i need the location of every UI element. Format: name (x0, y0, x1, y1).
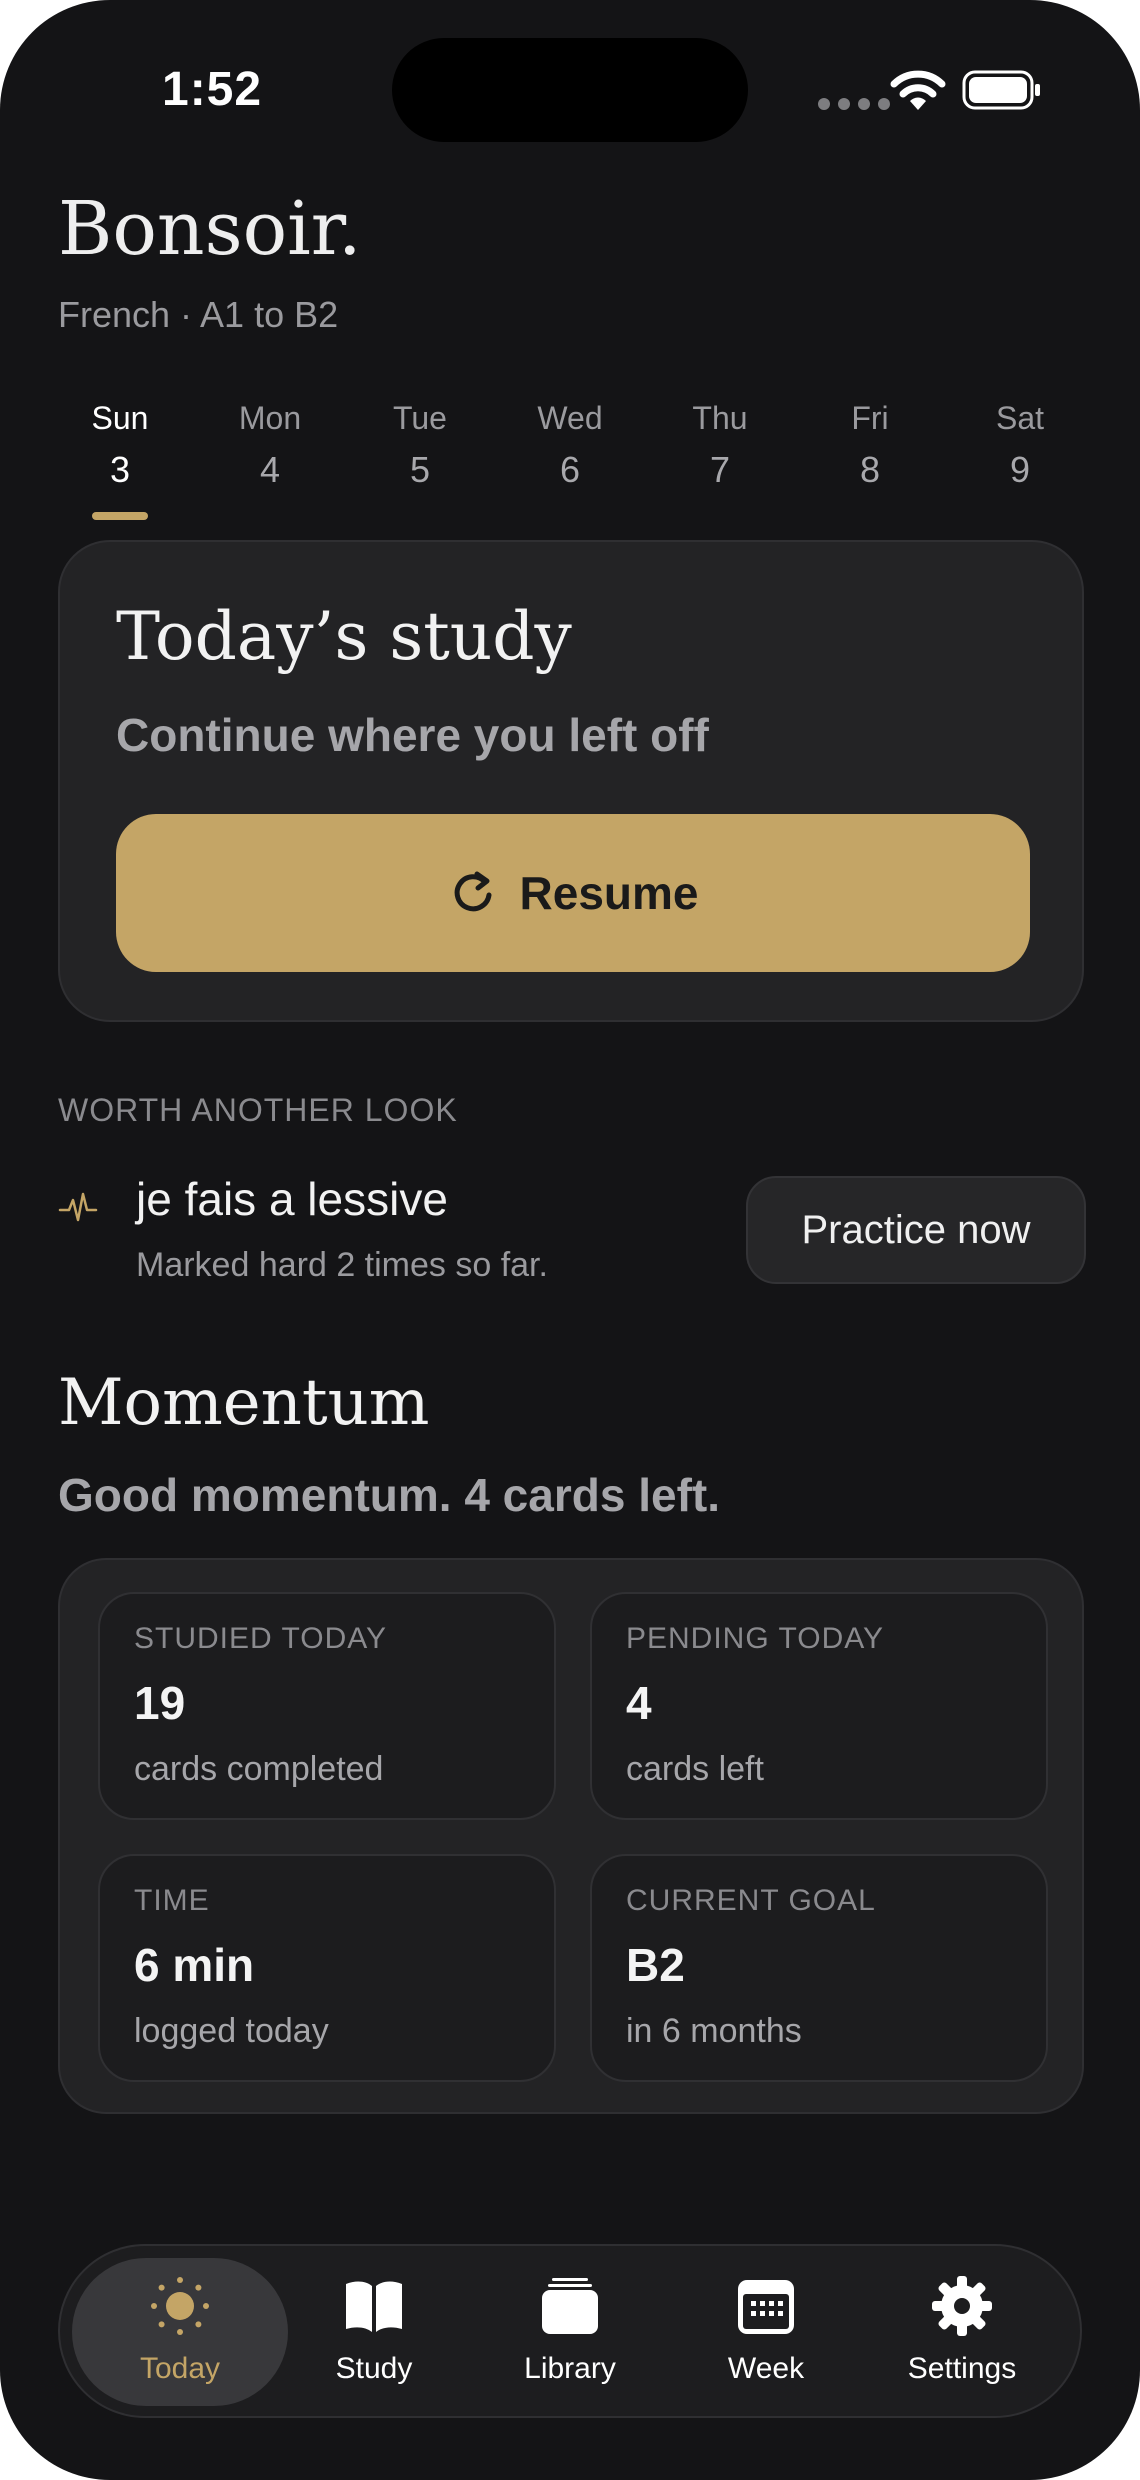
stat-tile-pending-today: PENDING TODAY 4 cards left (590, 1592, 1048, 1820)
day-name: Sun (91, 400, 149, 436)
tab-today[interactable]: Today (72, 2258, 288, 2406)
day-date: 4 (259, 449, 281, 490)
momentum-title: Momentum (58, 1366, 430, 1440)
resume-button-label: Resume (519, 867, 699, 919)
day-name: Tue (393, 400, 447, 436)
pulse-icon (58, 1192, 98, 1222)
course-subtitle: French · A1 to B2 (58, 294, 339, 335)
refresh-icon (454, 871, 492, 912)
tab-label: Study (335, 2352, 413, 2385)
battery-icon (962, 70, 1040, 110)
stat-value: B2 (626, 1939, 685, 1991)
cards-icon (542, 2278, 598, 2334)
tab-study[interactable]: Study (266, 2258, 482, 2406)
stat-label: STUDIED TODAY (134, 1622, 388, 1655)
dynamic-island (392, 38, 748, 142)
tab-library[interactable]: Library (462, 2258, 678, 2406)
day-date: 6 (559, 449, 581, 490)
stat-value: 6 min (134, 1939, 255, 1991)
book-icon (346, 2281, 402, 2332)
selected-day-indicator (92, 512, 148, 520)
day-wed[interactable]: Wed 6 (510, 400, 630, 491)
stat-tile-time: TIME 6 min logged today (98, 1854, 556, 2082)
day-name: Wed (537, 400, 603, 436)
day-name: Fri (851, 400, 889, 436)
stat-value: 4 (626, 1677, 652, 1729)
day-mon[interactable]: Mon 4 (210, 400, 330, 491)
todays-study-card: Today’s study Continue where you left of… (58, 540, 1084, 1022)
day-date: 3 (109, 449, 131, 490)
stat-label: TIME (134, 1884, 210, 1917)
day-date: 5 (409, 449, 431, 490)
week-strip: Sun 3 Mon 4 Tue 5 Wed 6 Thu 7 Fri 8 Sat … (60, 400, 1080, 530)
tab-label: Week (727, 2352, 805, 2385)
day-tue[interactable]: Tue 5 (360, 400, 480, 491)
day-date: 7 (709, 449, 731, 490)
stat-caption: logged today (134, 2012, 329, 2050)
day-name: Thu (692, 400, 748, 436)
momentum-panel: STUDIED TODAY 19 cards completed PENDING… (58, 1558, 1084, 2114)
day-fri[interactable]: Fri 8 (810, 400, 930, 491)
tab-settings[interactable]: Settings (854, 2258, 1070, 2406)
day-sun[interactable]: Sun 3 (60, 400, 180, 520)
stat-caption: cards completed (134, 1750, 384, 1788)
study-card-title: Today’s study (116, 598, 572, 675)
status-time: 1:52 (162, 63, 263, 116)
day-thu[interactable]: Thu 7 (660, 400, 780, 491)
resume-button[interactable]: Resume (116, 814, 1030, 972)
wifi-icon (890, 70, 946, 110)
tab-label: Settings (907, 2352, 1017, 2385)
app-screen: 1:52 Bonsoir. French · A1 to B2 Sun 3 Mo… (0, 0, 1140, 2480)
stat-caption: in 6 months (626, 2012, 802, 2050)
momentum-subtitle: Good momentum. 4 cards left. (58, 1469, 720, 1521)
tab-label: Library (524, 2352, 616, 2385)
sun-icon (151, 2277, 209, 2335)
tab-label: Today (139, 2352, 221, 2385)
day-date: 9 (1009, 449, 1031, 490)
practice-now-button[interactable]: Practice now (746, 1176, 1086, 1284)
stat-label: CURRENT GOAL (626, 1884, 876, 1917)
stat-label: PENDING TODAY (626, 1622, 885, 1655)
greeting-title: Bonsoir. (58, 186, 362, 272)
gear-icon (932, 2276, 992, 2336)
tab-week[interactable]: Week (658, 2258, 874, 2406)
calendar-icon (738, 2280, 794, 2334)
day-name: Sat (995, 400, 1045, 436)
study-card-subtitle: Continue where you left off (116, 709, 709, 761)
day-name: Mon (238, 400, 302, 436)
tab-bar: Today Study Library Week Settings (58, 2244, 1082, 2418)
day-date: 8 (859, 449, 881, 490)
stat-tile-current-goal: CURRENT GOAL B2 in 6 months (590, 1854, 1048, 2082)
day-sat[interactable]: Sat 9 (960, 400, 1080, 491)
stat-value: 19 (134, 1677, 186, 1729)
worth-another-look-label: WORTH ANOTHER LOOK (58, 1092, 458, 1128)
cellular-signal-icon (818, 98, 890, 110)
stat-caption: cards left (626, 1750, 764, 1788)
review-note: Marked hard 2 times so far. (136, 1246, 548, 1284)
review-phrase: je fais a lessive (136, 1173, 448, 1225)
stat-tile-studied-today: STUDIED TODAY 19 cards completed (98, 1592, 556, 1820)
